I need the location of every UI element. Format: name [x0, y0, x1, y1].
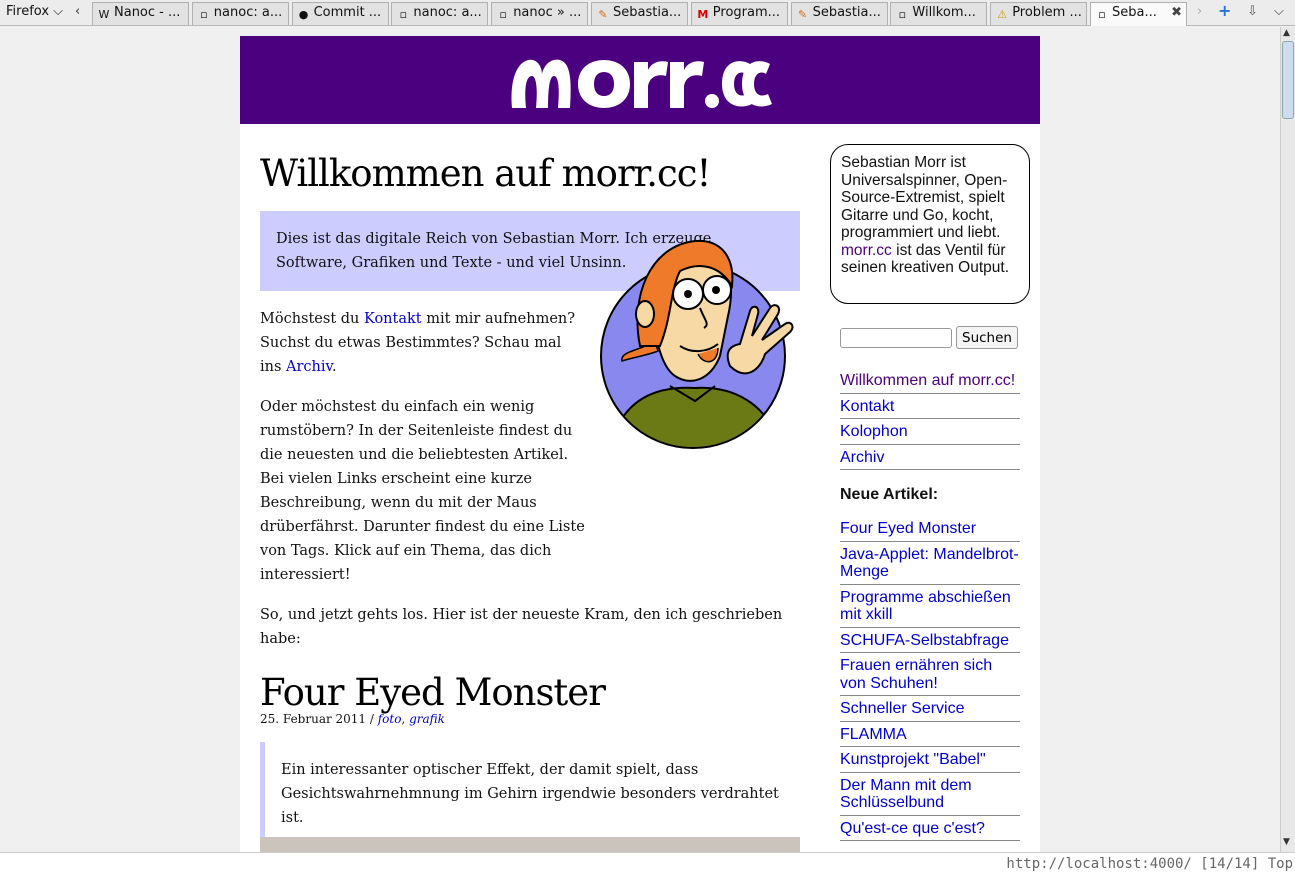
sidebar-article-link[interactable]: SCHUFA-Selbstabfrage — [840, 628, 1020, 653]
article-excerpt: Ein interessanter optischer Effekt, der … — [260, 742, 800, 846]
contact-text-c: . — [332, 359, 337, 375]
page-viewport: Willkommen auf morr.cc! Dies ist das dig… — [0, 27, 1280, 852]
new-articles-heading: Neue Artikel: — [840, 486, 939, 503]
browser-tab[interactable]: W Nanoc - ... — [92, 2, 189, 25]
site-header — [240, 36, 1040, 124]
page-favicon-icon: ▫ — [898, 8, 907, 21]
download-icon[interactable]: ⇩ — [1247, 4, 1258, 19]
W-favicon-icon: W — [98, 8, 110, 21]
sidebar-nav-item[interactable]: Kontakt — [840, 394, 1020, 419]
article-title-link[interactable]: Four Eyed Monster — [260, 671, 606, 714]
archiv-link[interactable]: Archiv — [286, 359, 332, 375]
tab-list-icon[interactable]: ⌵ — [1274, 4, 1284, 19]
search-button[interactable]: Suchen — [956, 326, 1018, 349]
browser-tab-label: Program... — [712, 5, 781, 20]
sidebar-article-link[interactable]: Java-Applet: Mandelbrot-Menge — [840, 542, 1020, 585]
sidebar-article-link[interactable]: Qu'est-ce que c'est? — [840, 816, 1020, 841]
avatar-illustration — [600, 236, 800, 451]
sidebar-article-link[interactable]: FLAMMA — [840, 722, 1020, 747]
sidebar-nav-item[interactable]: Archiv — [840, 445, 1020, 470]
sidebar-article-link[interactable]: Schneller Service — [840, 696, 1020, 722]
scroll-up-icon[interactable]: ▲ — [1283, 28, 1290, 38]
bio-text-a: Sebastian Morr ist Universalspinner, Ope… — [841, 154, 1008, 241]
github-favicon-icon: ● — [298, 8, 309, 21]
browser-tab[interactable]: ▫ nanoc » ... — [491, 2, 589, 25]
firefox-menu-button[interactable]: Firefox ⌵ — [6, 4, 63, 19]
browser-tab-label: nanoc: a... — [413, 5, 482, 20]
site-wrapper: Willkommen auf morr.cc! Dies ist das dig… — [240, 36, 1040, 852]
search-form: Suchen — [830, 326, 1030, 350]
sidebar-article-link[interactable]: Four Eyed Monster — [840, 516, 1020, 542]
status-text: http://localhost:4000/ [14/14] Top — [1006, 856, 1293, 872]
site-logo[interactable] — [508, 46, 773, 116]
page-favicon-icon: ▫ — [499, 8, 507, 21]
browser-tab[interactable]: ▫ nanoc: a... — [391, 2, 489, 25]
browser-tab-label: Nanoc - ... — [114, 5, 181, 20]
intro-end-paragraph: So, und jetzt gehts los. Hier ist der ne… — [260, 607, 783, 647]
browser-tab-label: Seba... — [1112, 5, 1157, 20]
new-articles-list: Four Eyed Monster Java-Applet: Mandelbrot… — [840, 516, 1020, 841]
site-navigation: Willkommen auf morr.cc! Kontakt Kolophon Ar… — [840, 368, 1020, 470]
contact-paragraph: Möchstest du Kontakt mit mir aufnehmen? … — [260, 307, 585, 379]
tag-link-foto[interactable]: foto — [378, 712, 402, 726]
status-bar: http://localhost:4000/ [14/14] Top — [0, 852, 1295, 875]
sidebar: Sebastian Morr ist Universalspinner, Ope… — [830, 144, 1030, 841]
browser-tab[interactable]: ✎ Sebastia... — [591, 2, 688, 25]
sidebar-nav-item[interactable]: Willkommen auf morr.cc! — [840, 368, 1020, 394]
page-title: Willkommen auf morr.cc! — [260, 152, 711, 195]
warning-favicon-icon: ⚠ — [997, 8, 1008, 21]
sidebar-article-link[interactable]: Programme abschießen mit xkill — [840, 585, 1020, 628]
browser-tab-label: Commit ... — [313, 5, 382, 20]
page-scrollbar[interactable]: ▲ ▼ — [1280, 27, 1295, 852]
sidebar-article-link[interactable]: Der Mann mit dem Schlüsselbund — [840, 773, 1020, 816]
browser-tab-label: Willkom... — [912, 5, 976, 20]
new-tab-icon[interactable]: + — [1218, 1, 1231, 20]
article-meta: 25. Februar 2011 / foto, grafik — [260, 712, 800, 726]
browser-tab-label: nanoc: a... — [213, 5, 283, 20]
browser-tab[interactable]: ▫ Willkom... — [890, 2, 988, 25]
contact-text-a: Möchstest du — [260, 311, 364, 327]
chevron-down-icon: ⌵ — [53, 4, 64, 19]
browser-tab[interactable]: M Program... — [690, 2, 788, 25]
kontakt-link[interactable]: Kontakt — [364, 311, 422, 327]
carrot-favicon-icon: ✎ — [797, 8, 808, 21]
sidebar-article-link[interactable]: Kunstprojekt "Babel" — [840, 747, 1020, 773]
browser-tab[interactable]: ▫ nanoc: a... — [191, 2, 289, 25]
scrollbar-thumb[interactable] — [1282, 41, 1294, 119]
browser-tab-label: Sebastia... — [812, 5, 881, 20]
tab-scroll-right-icon[interactable]: › — [1197, 4, 1202, 19]
browse-paragraph: Oder möchstest du einfach ein wenig rums… — [260, 399, 585, 583]
browser-tab-label: nanoc » ... — [513, 5, 582, 20]
bio-site-link[interactable]: morr.cc — [841, 242, 892, 259]
search-input[interactable] — [840, 327, 952, 348]
sidebar-article-link[interactable]: Frauen ernähren sich von Schuhen! — [840, 653, 1020, 696]
logo-graphic — [511, 59, 772, 108]
M-favicon-icon: M — [697, 8, 709, 21]
carrot-favicon-icon: ✎ — [598, 8, 608, 21]
browser-tab[interactable]: ● Commit ... — [291, 2, 389, 25]
bio-box: Sebastian Morr ist Universalspinner, Ope… — [830, 144, 1030, 304]
browser-tab-label: Problem ... — [1012, 5, 1082, 20]
tab-scroll-left-icon[interactable]: ‹ — [75, 4, 80, 19]
sidebar-nav-item[interactable]: Kolophon — [840, 419, 1020, 445]
browser-tab[interactable]: ✎ Sebastia... — [790, 2, 888, 25]
page-favicon-icon: ▫ — [399, 8, 408, 21]
close-tab-icon[interactable]: ✖ — [1171, 5, 1182, 20]
article-image-placeholder — [260, 837, 800, 852]
main-content: Willkommen auf morr.cc! Dies ist das dig… — [260, 124, 800, 846]
tag-separator: , — [401, 712, 410, 726]
browser-tab-label: Sebastia... — [613, 5, 682, 20]
tag-link-grafik[interactable]: grafik — [409, 712, 445, 726]
browser-tab[interactable]: ⚠ Problem ... — [990, 2, 1088, 25]
page-favicon-icon: ▫ — [200, 8, 208, 21]
browser-tab[interactable]: ▫ Seba... ✖ — [1090, 2, 1187, 26]
article-date: 25. Februar 2011 / — [260, 712, 378, 726]
article-title[interactable]: Four Eyed Monster — [260, 671, 800, 714]
page-favicon-icon: ▫ — [1098, 8, 1106, 21]
scroll-down-icon[interactable]: ▼ — [1283, 837, 1290, 847]
browser-tab-bar: Firefox ⌵ ‹ W Nanoc - ... ▫ nanoc: a... ● Com… — [0, 0, 1295, 26]
